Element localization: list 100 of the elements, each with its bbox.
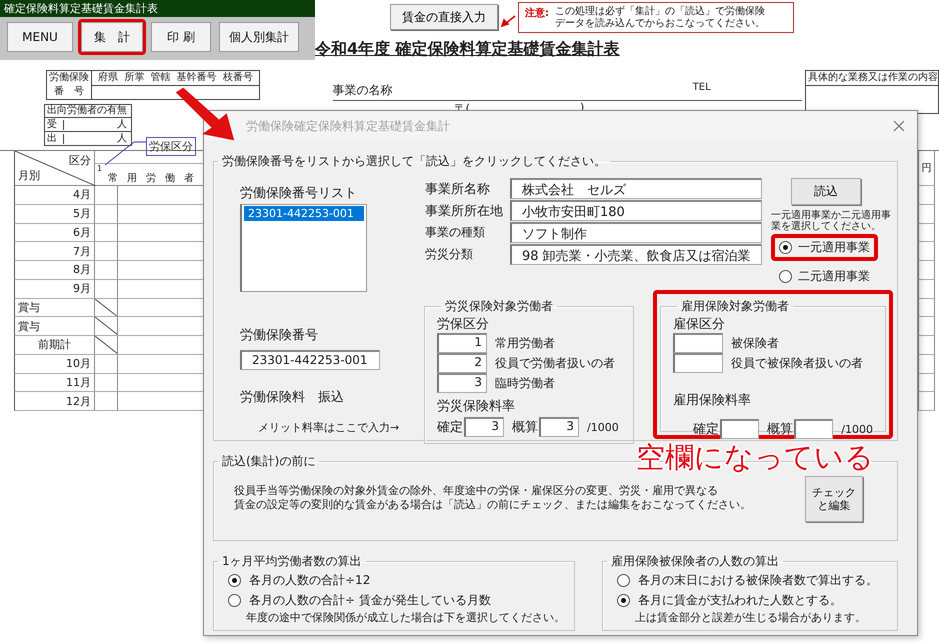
row-label: 賞与 [18, 318, 40, 334]
field-label: 確定 [437, 419, 463, 436]
radio-button[interactable] [779, 241, 792, 254]
row-label: 10月 [66, 356, 91, 372]
group-legend: 読込(集計)の前に [218, 453, 320, 470]
field-label: TEL [692, 82, 711, 95]
field-label: 労保区分 [437, 316, 490, 333]
code-field[interactable]: 2 [437, 353, 487, 373]
field-label: 事業所名称 [425, 180, 491, 198]
note-text: 上は賃金部分と誤差が生じる場合があります。 [634, 610, 867, 625]
field-label: 労災分類 [425, 246, 474, 263]
field-label: 労災保険料率 [437, 398, 516, 415]
row-label: 12月 [66, 394, 91, 409]
toolbar-button[interactable]: 集 計 [81, 22, 143, 52]
table-heading: 区分 [69, 153, 91, 168]
table-heading: 出向労働者の有無 [45, 105, 131, 118]
sheet-title: 令和4年度 確定保険料算定基礎賃金集計表 [315, 39, 621, 60]
text-field[interactable]: 23301-442253-001 [240, 350, 380, 370]
note-text: 年度の途中で保険関係が成立した場合は下を選択してください。 [245, 610, 566, 625]
radio-label: 各月の末日における被保険者数で算出する。 [638, 572, 878, 588]
group-legend: 1ヶ月平均労働者数の算出 [218, 553, 366, 570]
field-label: 事業の種類 [425, 224, 486, 241]
table-heading: 労働保険 [49, 73, 89, 83]
list-label: 労働保険番号リスト [240, 185, 358, 202]
row-label: 8月 [73, 262, 91, 278]
field-label: 雇用保険料率 [673, 392, 752, 409]
field-label: 常用労働者 [495, 334, 555, 352]
table-heading: 所掌 [124, 72, 144, 83]
row-label: 6月 [73, 224, 91, 240]
field-label: 被保険者 [731, 334, 779, 352]
row-label: 11月 [66, 374, 91, 390]
column-heading: 常用労働者 [108, 172, 203, 185]
instruction-text: 役員手当等労働保険の対象外賃金の除外、年度途中の労保・雇保区分の変更、労災・雇用で異なる 賃金の設定等の変則的な賃金がある場合は「読込」の前にチェック、または編集をおこなってください。 [234, 484, 751, 513]
row-label: 7月 [73, 244, 91, 259]
rate-field[interactable] [720, 419, 760, 439]
close-icon[interactable] [893, 120, 905, 132]
text-field[interactable]: 株式会社 セルズ [510, 178, 762, 199]
unit-label: 円 [922, 162, 932, 175]
hint-text: 一元適用事業か二元適用事業を選択してください。 [771, 211, 892, 232]
table-heading: 番 号 [54, 87, 84, 97]
text-field[interactable]: 小牧市安田町180 [510, 200, 762, 221]
group-legend: 労災保険対象労働者 [441, 298, 557, 315]
radio-label: 二元適用事業 [798, 268, 870, 285]
radio-button[interactable] [617, 574, 630, 586]
field-label: 役員で被保険者扱いの者 [731, 354, 863, 372]
field-label: 雇保区分 [673, 316, 726, 333]
text-field[interactable]: ソフト制作 [510, 222, 762, 243]
list-item[interactable]: 23301-442253-001 [244, 206, 364, 221]
code-field[interactable] [673, 333, 723, 353]
group-legend: 雇用保険被保険者の人数の算出 [607, 553, 783, 570]
rate-field[interactable] [794, 419, 834, 439]
rate-field[interactable]: 3 [464, 417, 504, 437]
field-label: 事業の名称 [332, 82, 393, 99]
rate-field[interactable]: 3 [539, 417, 579, 437]
radio-label: 各月の人数の合計÷12 [249, 572, 370, 588]
window-title: 労働保険確定保険料算定基礎賃金集計 [246, 118, 450, 134]
code-field[interactable]: 3 [437, 373, 487, 393]
radio-button[interactable] [228, 594, 241, 606]
table-heading: 枝番号 [222, 72, 253, 83]
field-label: 確定 [693, 421, 719, 438]
table-cell: 受 [45, 120, 64, 130]
table-cell-text: 人 [116, 134, 128, 144]
unit-label: /1000 [841, 422, 873, 436]
radio-button[interactable] [228, 574, 241, 586]
field-label: 概算 [767, 421, 794, 438]
column-number: 1 [97, 164, 102, 173]
table-heading: 府県 [98, 72, 118, 83]
toolbar-button[interactable]: MENU [7, 22, 73, 52]
notice-label: 注意: [525, 6, 549, 21]
field-label: 労働保険料 振込 [240, 389, 345, 406]
radio-button[interactable] [779, 270, 792, 283]
code-field[interactable] [673, 353, 723, 373]
arrow-icon [500, 14, 516, 28]
row-label: 5月 [73, 206, 91, 222]
app-title: 確定保険料算定基礎賃金集計表 [0, 0, 315, 17]
group-legend: 雇用保険対象労働者 [677, 298, 793, 315]
radio-button[interactable] [617, 594, 630, 606]
table-cell: 出 [45, 134, 64, 144]
hint-text: メリット料率はここで入力→ [258, 420, 400, 435]
unit-label: /1000 [587, 420, 619, 434]
field-label: 労働保険番号 [240, 327, 319, 344]
direct-input-button[interactable]: 賃金の直接入力 [390, 4, 498, 30]
annotation-text: 空欄になっている [636, 439, 874, 476]
table-heading: 管轄 [150, 72, 170, 83]
check-edit-button[interactable]: チェック と編集 [805, 476, 863, 522]
text-field[interactable]: 98 卸売業・小売業、飲食店又は宿泊業 [510, 244, 762, 265]
row-label: 前期計 [38, 337, 71, 352]
table-heading: 基幹番号 [176, 72, 217, 83]
field-label: 役員で労働者扱いの者 [495, 354, 615, 372]
radio-label: 各月の人数の合計÷ 賃金が発生している月数 [249, 592, 491, 608]
radio-label: 各月に賃金が支払われた人数とする。 [638, 592, 842, 608]
row-label: 4月 [73, 187, 91, 202]
load-button[interactable]: 読込 [791, 178, 861, 205]
group-legend: 労働保険番号をリストから選択して「読込」をクリックしてください。 [218, 153, 610, 170]
toolbar-button[interactable]: 個人別集計 [219, 22, 299, 52]
radio-label: 一元適用事業 [798, 239, 870, 256]
table-cell-text: 人 [116, 120, 128, 130]
table-heading: 具体的な業務又は作業の内容 [806, 71, 938, 86]
code-field[interactable]: 1 [437, 333, 487, 353]
toolbar-button[interactable]: 印 刷 [151, 22, 211, 52]
